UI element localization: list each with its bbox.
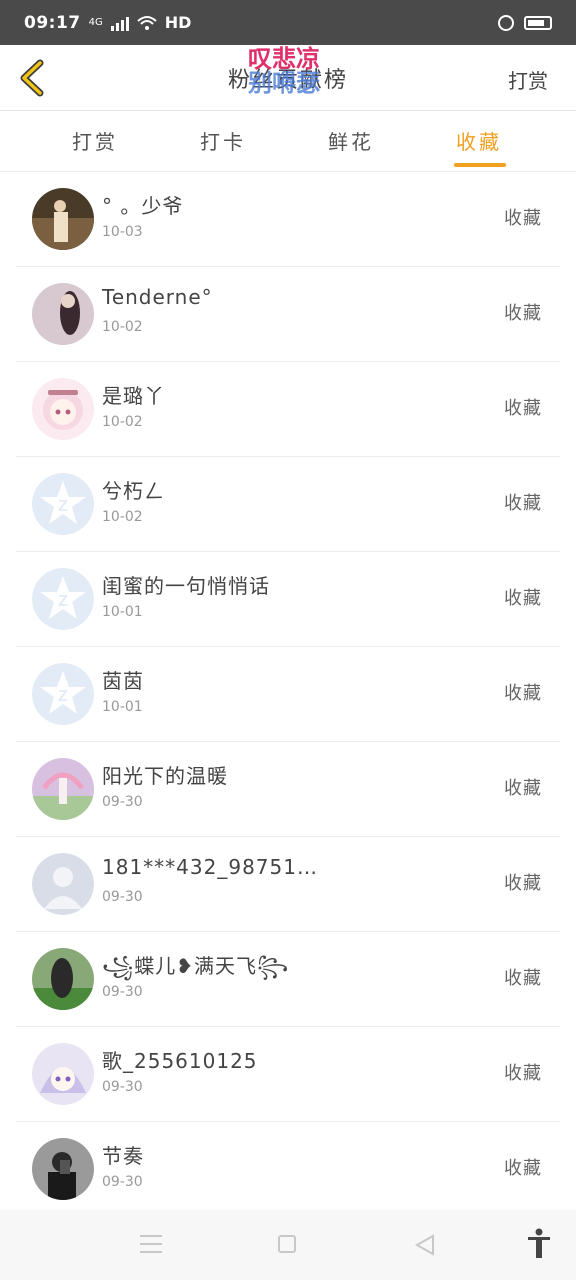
fan-name: 阳光下的温暖 xyxy=(102,764,228,788)
avatar[interactable] xyxy=(32,1138,94,1200)
accessibility-icon[interactable] xyxy=(526,1228,552,1260)
avatar[interactable] xyxy=(32,1043,94,1105)
favorite-label: 收藏 xyxy=(504,208,542,229)
favorite-label: 收藏 xyxy=(504,493,542,514)
fan-name: Tenderne° xyxy=(102,285,213,309)
fan-date: 10-01 xyxy=(102,699,143,715)
blank-person-icon[interactable] xyxy=(32,853,94,915)
favorite-label: 收藏 xyxy=(504,588,542,609)
avatar[interactable] xyxy=(32,758,94,820)
default-avatar-icon[interactable]: Z xyxy=(32,568,94,630)
svg-text:Z: Z xyxy=(58,498,68,515)
fan-name: 节奏 xyxy=(102,1144,144,1168)
default-avatar-icon[interactable]: Z xyxy=(32,473,94,535)
network-type: 4G xyxy=(88,17,103,28)
favorite-label: 收藏 xyxy=(504,1063,542,1084)
default-avatar-icon[interactable]: Z xyxy=(32,663,94,725)
fan-date: 09-30 xyxy=(102,1079,143,1095)
list-item[interactable]: 181***432_98751… 09-30 收藏 xyxy=(16,837,560,932)
list-item[interactable]: 阳光下的温暖 09-30 收藏 xyxy=(16,742,560,837)
list-item[interactable]: 是璐丫 10-02 收藏 xyxy=(16,362,560,457)
list-item[interactable]: Z 茵茵 10-01 收藏 xyxy=(16,647,560,742)
hd-label: HD xyxy=(164,13,192,32)
reward-link[interactable]: 打赏 xyxy=(508,65,548,94)
fan-name: 歌_255610125 xyxy=(102,1049,258,1073)
fan-date: 10-01 xyxy=(102,604,143,620)
back-triangle-icon[interactable] xyxy=(414,1234,436,1256)
wifi-icon xyxy=(137,15,157,30)
favorite-label: 收藏 xyxy=(504,1158,542,1179)
battery-icon xyxy=(524,15,552,30)
fan-name: 茵茵 xyxy=(102,669,144,693)
list-item[interactable]: ° 。少爷 10-03 收藏 xyxy=(16,172,560,267)
tab-flowers[interactable]: 鲜花 xyxy=(328,126,374,155)
fan-date: 09-30 xyxy=(102,984,143,1000)
alarm-icon xyxy=(498,14,514,31)
avatar[interactable] xyxy=(32,283,94,345)
fan-name: 兮朽ㄥ xyxy=(102,479,165,503)
home-icon[interactable] xyxy=(278,1235,296,1253)
avatar[interactable] xyxy=(32,378,94,440)
list-item[interactable]: ꧁蝶儿❥满天飞꧂ 09-30 收藏 xyxy=(16,932,560,1027)
fan-name: ° 。少爷 xyxy=(102,194,184,218)
fan-date: 10-02 xyxy=(102,414,143,430)
menu-icon[interactable] xyxy=(140,1235,162,1253)
list-item[interactable]: Z 兮朽ㄥ 10-02 收藏 xyxy=(16,457,560,552)
tab-reward[interactable]: 打赏 xyxy=(72,126,118,155)
favorite-label: 收藏 xyxy=(504,873,542,894)
fan-date: 10-03 xyxy=(102,224,143,240)
fan-date: 10-02 xyxy=(102,319,143,335)
svg-text:Z: Z xyxy=(58,688,68,705)
favorite-label: 收藏 xyxy=(504,398,542,419)
tab-checkin[interactable]: 打卡 xyxy=(200,126,246,155)
fan-date: 09-30 xyxy=(102,889,143,905)
list-item[interactable]: 节奏 09-30 收藏 xyxy=(16,1122,560,1217)
fan-date: 09-30 xyxy=(102,794,143,810)
list-item[interactable]: Z 闺蜜的一句悄悄话 10-01 收藏 xyxy=(16,552,560,647)
favorite-label: 收藏 xyxy=(504,683,542,704)
favorite-label: 收藏 xyxy=(504,303,542,324)
tab-favorites[interactable]: 收藏 xyxy=(456,126,502,155)
chevron-left-icon xyxy=(20,59,44,97)
active-tab-indicator xyxy=(454,163,506,167)
fan-list: ° 。少爷 10-03 收藏 Tenderne° 10-02 收藏 是璐丫 10… xyxy=(0,172,576,1217)
favorite-label: 收藏 xyxy=(504,778,542,799)
svg-text:Z: Z xyxy=(58,593,68,610)
fan-name: 181***432_98751… xyxy=(102,855,318,879)
watermark-overlay: 叹悲凉 别嘚瑟 xyxy=(248,45,320,97)
list-item[interactable]: Tenderne° 10-02 收藏 xyxy=(16,267,560,362)
system-nav-bar xyxy=(0,1210,576,1280)
fan-name: 是璐丫 xyxy=(102,384,165,408)
status-time: 09:17 xyxy=(24,12,81,33)
status-bar: 09:17 4G HD xyxy=(0,0,576,45)
fan-date: 10-02 xyxy=(102,509,143,525)
app-header: 粉丝贡献榜 叹悲凉 别嘚瑟 打赏 xyxy=(0,45,576,111)
back-button[interactable] xyxy=(14,57,54,99)
list-item[interactable]: 歌_255610125 09-30 收藏 xyxy=(16,1027,560,1122)
tab-bar: 打赏 打卡 鲜花 收藏 xyxy=(0,112,576,172)
fan-date: 09-30 xyxy=(102,1174,143,1190)
favorite-label: 收藏 xyxy=(504,968,542,989)
fan-name: 闺蜜的一句悄悄话 xyxy=(102,574,270,598)
avatar[interactable] xyxy=(32,188,94,250)
avatar[interactable] xyxy=(32,948,94,1010)
signal-icon xyxy=(110,15,129,31)
